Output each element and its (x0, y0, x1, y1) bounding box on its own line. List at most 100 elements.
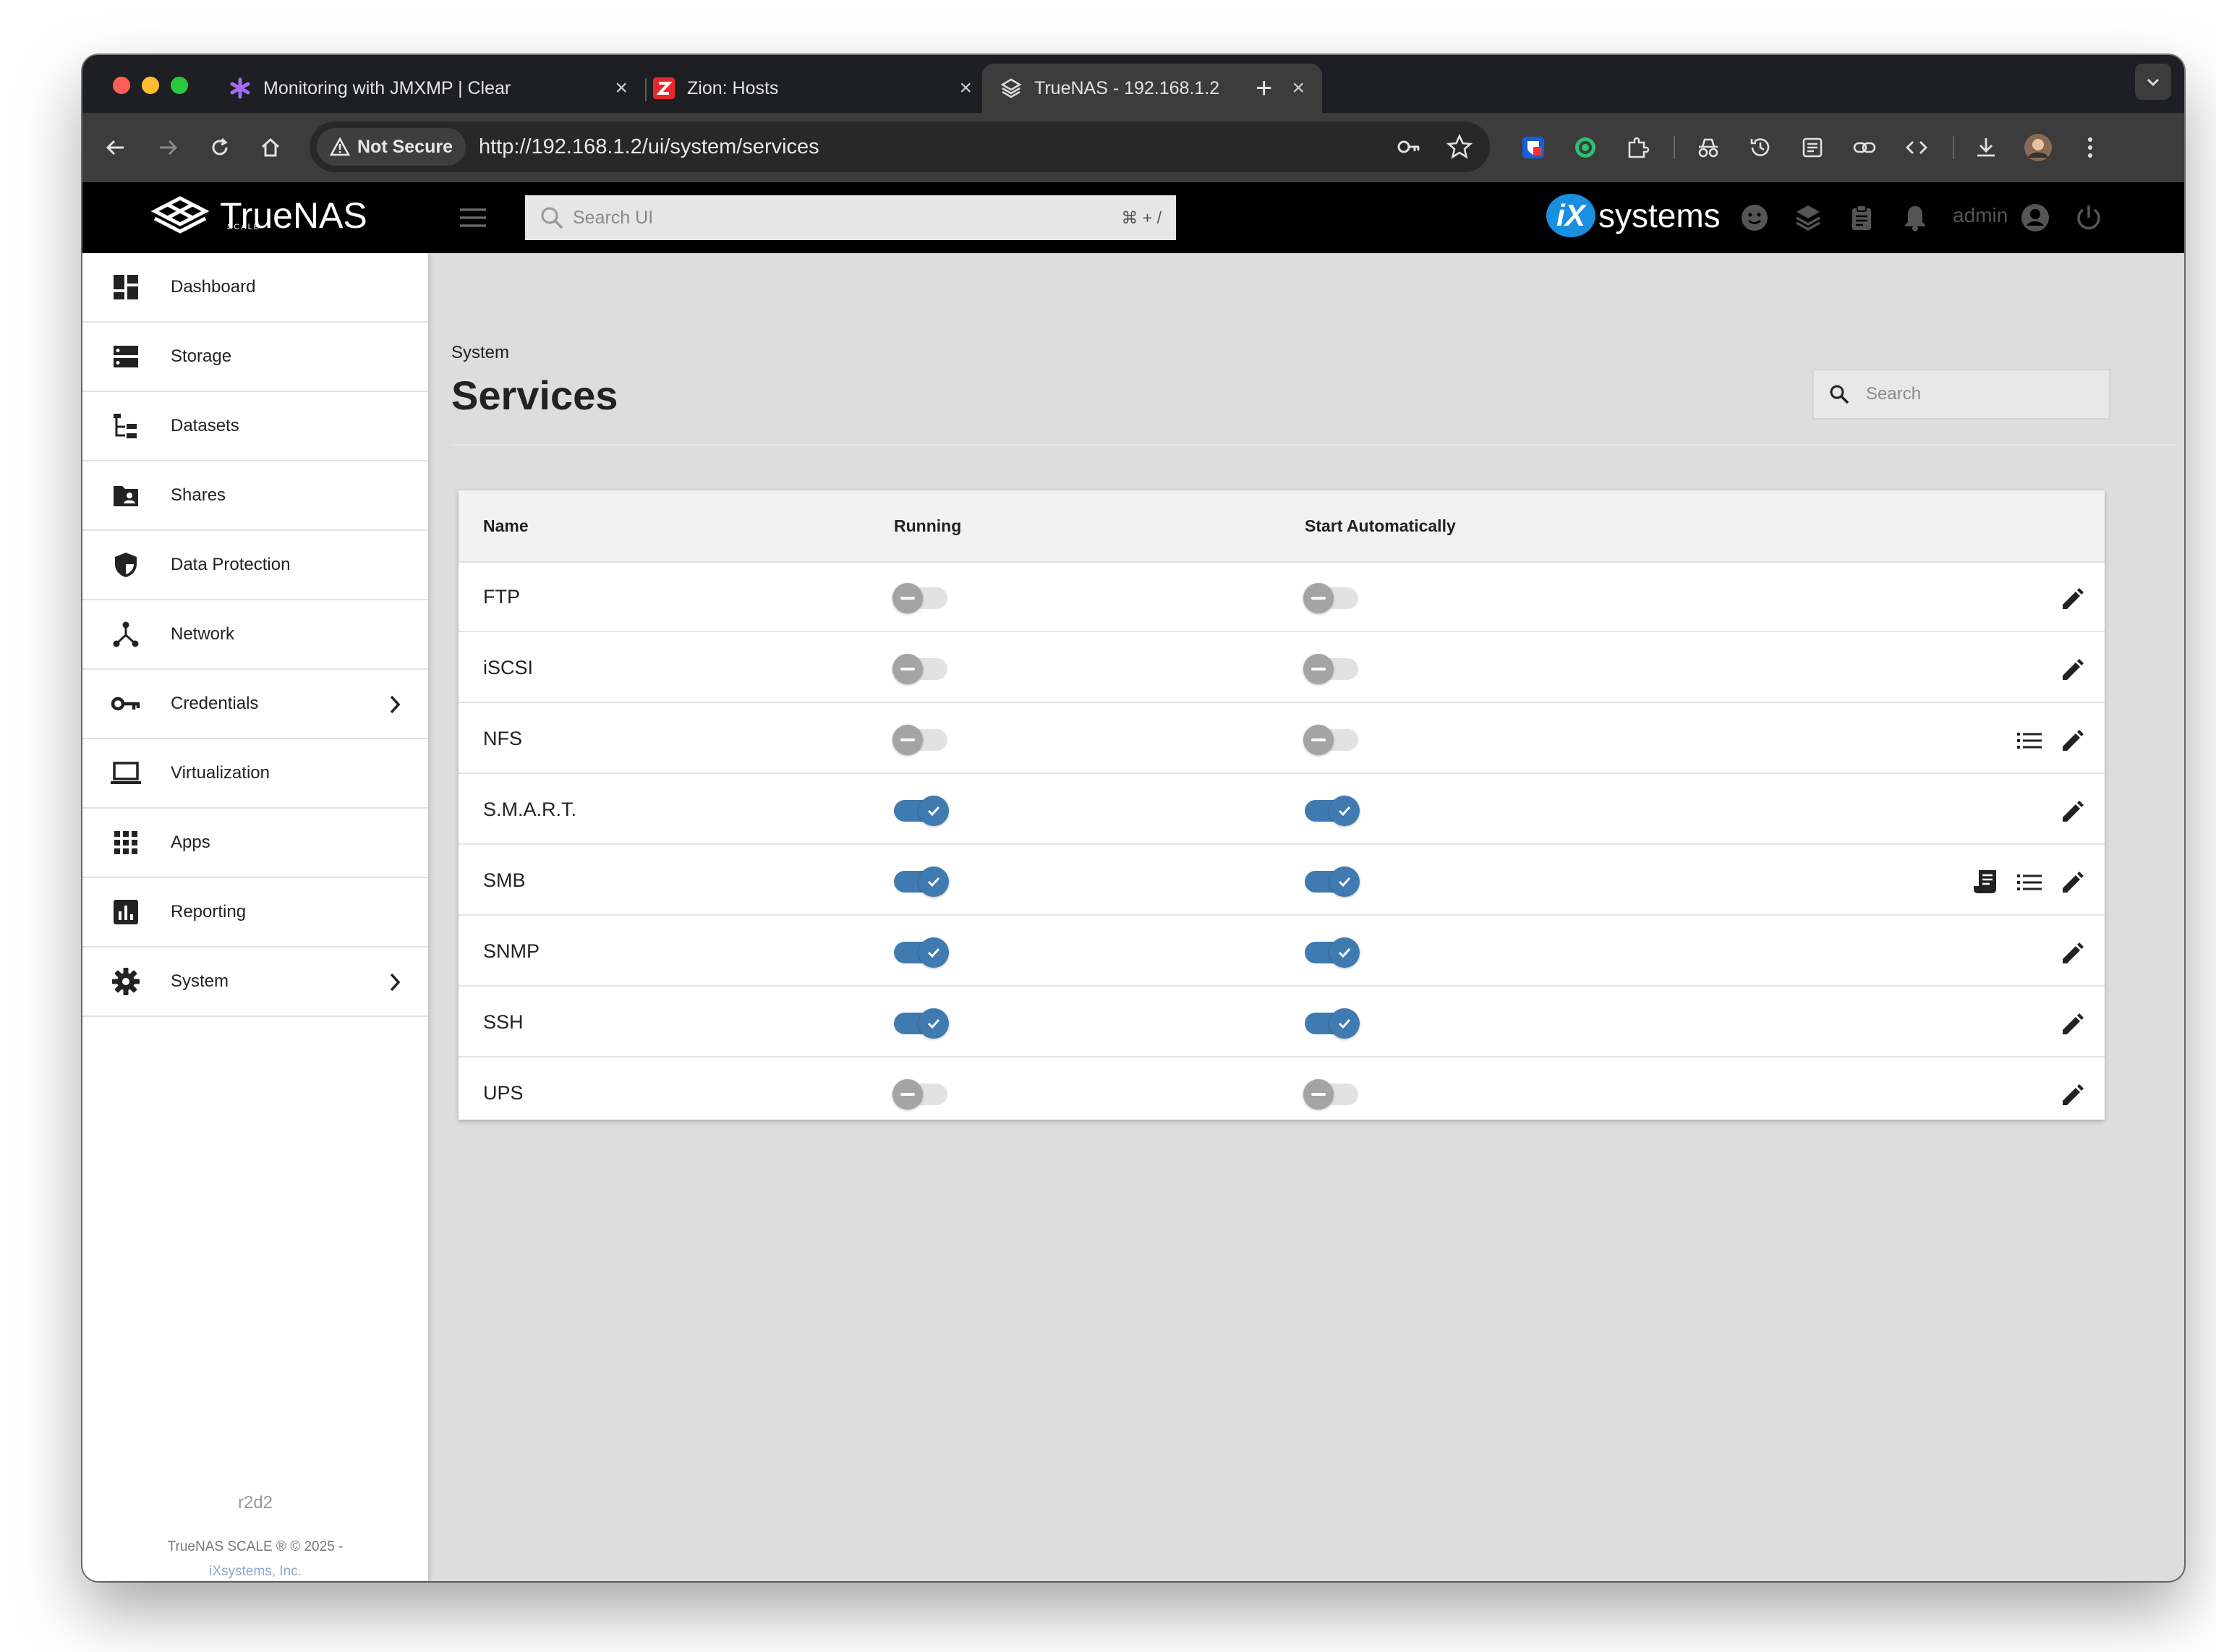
target-extension-icon[interactable] (1571, 133, 1600, 162)
running-toggle[interactable] (892, 583, 947, 613)
url-text[interactable]: http://192.168.1.2/ui/system/services (479, 135, 819, 159)
laptop-icon (110, 757, 142, 789)
truenas-logo-icon (1000, 77, 1023, 100)
pencil-edit-icon[interactable] (2057, 937, 2089, 969)
pencil-edit-icon[interactable] (2057, 725, 2089, 757)
password-key-icon[interactable] (1394, 132, 1423, 165)
minimize-window-button[interactable] (142, 77, 159, 94)
sidebar-item-dashboard[interactable]: Dashboard (82, 253, 428, 323)
new-tab-button[interactable]: + (1256, 71, 1272, 106)
pencil-edit-icon[interactable] (2057, 1079, 2089, 1111)
column-header-start-automatically[interactable]: Start Automatically (1305, 516, 1456, 536)
incognito-icon[interactable] (1694, 133, 1723, 162)
apps-grid-icon (110, 827, 142, 859)
start-automatically-toggle[interactable] (1303, 583, 1358, 613)
running-toggle[interactable] (892, 725, 947, 755)
sidebar-item-credentials[interactable]: Credentials (82, 670, 428, 739)
sidebar-item-virtualization[interactable]: Virtualization (82, 739, 428, 809)
toolbar-divider (1674, 136, 1675, 159)
forward-button[interactable] (153, 133, 182, 162)
start-automatically-toggle[interactable] (1305, 867, 1360, 897)
search-ui-input[interactable]: Search UI ⌘ + / (525, 195, 1176, 240)
close-tab-icon[interactable]: × (1292, 76, 1305, 101)
minus-icon (1303, 1079, 1334, 1110)
start-automatically-toggle[interactable] (1305, 1008, 1360, 1039)
back-button[interactable] (101, 133, 130, 162)
browser-menu-icon[interactable] (2076, 133, 2105, 162)
reading-list-icon[interactable] (1798, 133, 1827, 162)
running-toggle[interactable] (892, 1079, 947, 1110)
bell-notifications-icon[interactable] (1899, 202, 1931, 234)
sidebar-item-system[interactable]: System (82, 948, 428, 1017)
security-chip[interactable]: Not Secure (317, 128, 466, 166)
close-window-button[interactable] (113, 77, 130, 94)
running-toggle[interactable] (894, 796, 949, 826)
home-button[interactable] (256, 133, 285, 162)
running-toggle[interactable] (892, 654, 947, 684)
puzzle-extensions-icon[interactable] (1623, 133, 1652, 162)
profile-avatar[interactable] (2024, 133, 2053, 162)
sidebar-item-label: Credentials (171, 694, 259, 713)
list-config-icon[interactable] (2013, 725, 2045, 757)
bitwarden-extension-icon[interactable] (1519, 133, 1548, 162)
menu-toggle-button[interactable] (459, 207, 487, 232)
start-automatically-toggle[interactable] (1303, 725, 1358, 755)
browser-toolbar: Not Secure http://192.168.1.2/ui/system/… (82, 113, 2184, 182)
download-icon[interactable] (1972, 133, 2000, 162)
sidebar-item-network[interactable]: Network (82, 600, 428, 670)
search-placeholder: Search (1866, 384, 1922, 404)
running-toggle[interactable] (894, 937, 949, 968)
chevron-right-icon (390, 973, 401, 992)
pencil-edit-icon[interactable] (2057, 654, 2089, 686)
receipt-logs-icon[interactable] (1970, 867, 2002, 898)
pencil-edit-icon[interactable] (2057, 867, 2089, 898)
truecommand-icon[interactable] (1792, 202, 1824, 234)
reload-button[interactable] (205, 133, 234, 162)
table-row: SSH (459, 988, 2105, 1057)
address-bar[interactable]: Not Secure http://192.168.1.2/ui/system/… (310, 122, 1490, 172)
sidebar-item-apps[interactable]: Apps (82, 809, 428, 878)
power-icon[interactable] (2073, 202, 2105, 234)
running-toggle[interactable] (894, 867, 949, 897)
services-search-input[interactable]: Search (1812, 369, 2110, 420)
sidebar-item-storage[interactable]: Storage (82, 323, 428, 392)
sidebar-item-data-protection[interactable]: Data Protection (82, 531, 428, 600)
link-icon[interactable] (1850, 133, 1879, 162)
account-circle-icon[interactable] (2019, 202, 2051, 234)
pencil-edit-icon[interactable] (2057, 583, 2089, 615)
code-icon[interactable] (1902, 133, 1931, 162)
start-automatically-toggle[interactable] (1305, 796, 1360, 826)
sidebar-item-reporting[interactable]: Reporting (82, 878, 428, 948)
pencil-edit-icon[interactable] (2057, 1008, 2089, 1040)
breadcrumb[interactable]: System (451, 343, 509, 363)
start-automatically-toggle[interactable] (1303, 654, 1358, 684)
close-tab-icon[interactable]: × (959, 76, 972, 101)
clipboard-tasks-icon[interactable] (1846, 202, 1878, 234)
minus-icon (892, 725, 923, 755)
list-config-icon[interactable] (2013, 867, 2045, 898)
warning-triangle-icon (330, 137, 350, 156)
search-ui-placeholder: Search UI (573, 207, 654, 228)
column-header-running[interactable]: Running (894, 516, 961, 536)
search-shortcut: ⌘ + / (1121, 208, 1162, 227)
start-automatically-toggle[interactable] (1303, 1079, 1358, 1110)
close-tab-icon[interactable]: × (615, 76, 628, 101)
pencil-edit-icon[interactable] (2057, 796, 2089, 827)
start-automatically-toggle[interactable] (1305, 937, 1360, 968)
tab-search-button[interactable] (2135, 64, 2171, 100)
tab-title: Zion: Hosts (687, 77, 779, 98)
running-toggle[interactable] (894, 1008, 949, 1039)
history-icon[interactable] (1746, 133, 1775, 162)
bookmark-star-icon[interactable] (1445, 132, 1474, 165)
sidebar-item-shares[interactable]: Shares (82, 461, 428, 531)
sidebar-item-label: Dashboard (171, 277, 256, 297)
tab-monitoring-jmxmp[interactable]: Monitoring with JMXMP | Clear × (211, 64, 645, 113)
ixsystems-logo[interactable]: iX systems (1546, 194, 1721, 237)
tab-zion-hosts[interactable]: Zion: Hosts × (635, 64, 989, 113)
column-header-name[interactable]: Name (483, 516, 529, 536)
checkmark-icon (919, 1008, 949, 1039)
sidebar-item-datasets[interactable]: Datasets (82, 392, 428, 461)
maximize-window-button[interactable] (171, 77, 188, 94)
feedback-smiley-icon[interactable] (1739, 202, 1770, 234)
ixsystems-link[interactable]: iXsystems, Inc. (82, 1559, 428, 1581)
